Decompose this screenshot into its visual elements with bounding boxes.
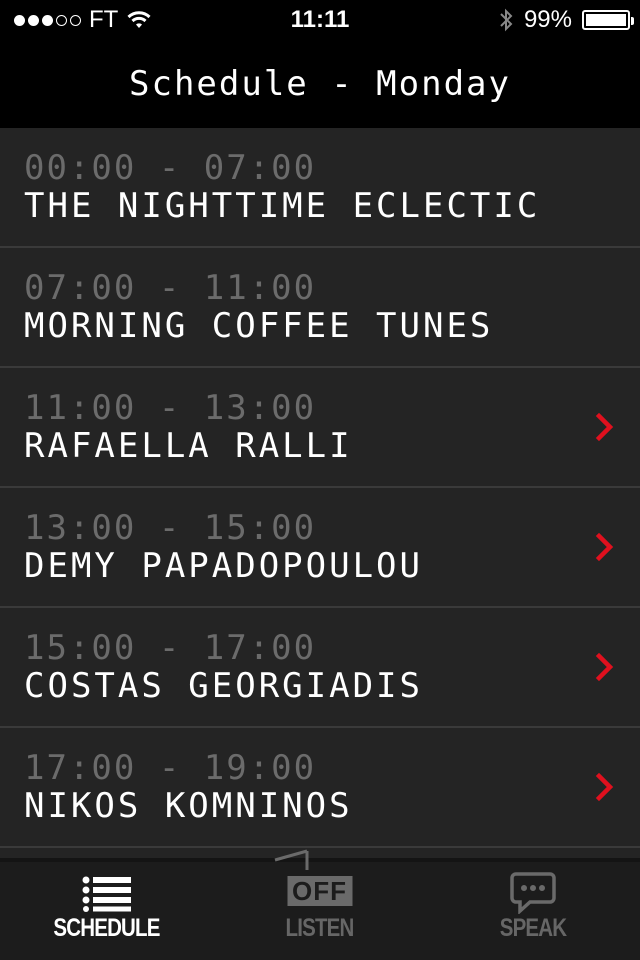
chevron-right-icon[interactable] — [590, 650, 620, 684]
tab-bar: SCHEDULE OFF LISTEN SPEAK — [0, 849, 640, 960]
nav-bar: Schedule - Monday — [0, 40, 640, 128]
schedule-show-title: THE NIGHTTIME ECLECTIC — [24, 186, 541, 226]
battery-percent: 99% — [523, 6, 572, 33]
schedule-show-title: NIKOS KOMNINOS — [24, 786, 353, 826]
chevron-right-icon[interactable] — [590, 770, 620, 804]
tab-label: SCHEDULE — [53, 914, 160, 942]
tab-speak[interactable]: SPEAK — [426, 862, 640, 960]
schedule-show-title: DEMY PAPADOPOULOU — [24, 546, 423, 586]
chevron-right-icon[interactable] — [590, 410, 620, 444]
schedule-time: 17:00 - 19:00 — [24, 748, 317, 788]
tab-listen[interactable]: OFF LISTEN — [213, 849, 426, 960]
battery-fill — [586, 14, 626, 26]
schedule-time: 15:00 - 17:00 — [24, 628, 317, 668]
schedule-time: 13:00 - 15:00 — [24, 508, 317, 548]
list-icon — [82, 876, 131, 912]
tab-label: LISTEN — [285, 914, 355, 942]
schedule-time: 11:00 - 13:00 — [24, 388, 317, 428]
schedule-row-3[interactable]: 13:00 - 15:00 DEMY PAPADOPOULOU — [0, 488, 640, 608]
status-right: 99% — [498, 0, 634, 40]
schedule-time: 00:00 - 07:00 — [24, 148, 317, 188]
tab-label: SPEAK — [499, 914, 567, 942]
schedule-list[interactable]: 00:00 - 07:00 THE NIGHTTIME ECLECTIC 07:… — [0, 128, 640, 858]
tab-schedule[interactable]: SCHEDULE — [0, 862, 213, 960]
schedule-show-title: COSTAS GEORGIADIS — [24, 666, 423, 706]
page-title: Schedule - Monday — [129, 64, 511, 104]
schedule-show-title: MORNING COFFEE TUNES — [24, 306, 494, 346]
schedule-row-1[interactable]: 07:00 - 11:00 MORNING COFFEE TUNES — [0, 248, 640, 368]
chevron-right-icon[interactable] — [590, 530, 620, 564]
battery-icon — [582, 10, 634, 30]
status-bar: FT 11:11 99% — [0, 0, 640, 40]
schedule-row-4[interactable]: 15:00 - 17:00 COSTAS GEORGIADIS — [0, 608, 640, 728]
schedule-show-title: RAFAELLA RALLI — [24, 426, 353, 466]
schedule-row-0[interactable]: 00:00 - 07:00 THE NIGHTTIME ECLECTIC — [0, 128, 640, 248]
schedule-time: 07:00 - 11:00 — [24, 268, 317, 308]
radio-antenna-icon — [274, 849, 309, 870]
schedule-row-2[interactable]: 11:00 - 13:00 RAFAELLA RALLI — [0, 368, 640, 488]
schedule-row-5[interactable]: 17:00 - 19:00 NIKOS KOMNINOS — [0, 728, 640, 848]
radio-icon: OFF — [287, 876, 352, 906]
chat-bubble-icon — [510, 872, 556, 914]
off-badge: OFF — [287, 876, 352, 906]
bluetooth-icon — [500, 8, 513, 32]
